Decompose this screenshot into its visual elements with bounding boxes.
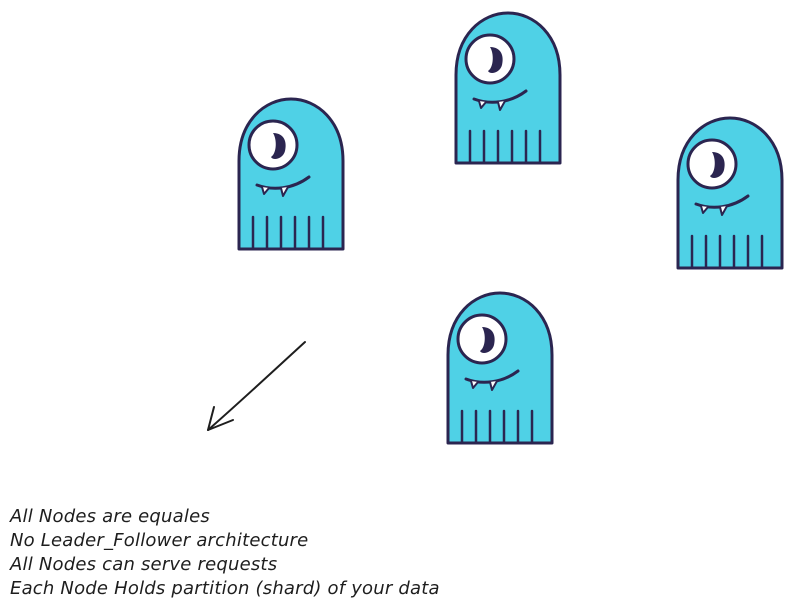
node-top <box>454 11 562 165</box>
arrow-down-left-icon <box>207 341 306 431</box>
node-right <box>676 116 784 270</box>
note-line: Each Node Holds partition (shard) of you… <box>10 578 440 599</box>
notes-list: All Nodes are equales No Leader_Follower… <box>10 505 790 601</box>
scylla-mascot-icon <box>237 97 345 251</box>
note-line: All Nodes can serve requests <box>10 554 278 575</box>
note-line: No Leader_Follower architecture <box>10 530 309 551</box>
scylla-mascot-icon <box>676 116 784 270</box>
note-line: All Nodes are equales <box>10 506 210 527</box>
node-left <box>237 97 345 251</box>
scylla-mascot-icon <box>446 291 554 445</box>
scylla-mascot-icon <box>454 11 562 165</box>
node-bottom <box>446 291 554 445</box>
